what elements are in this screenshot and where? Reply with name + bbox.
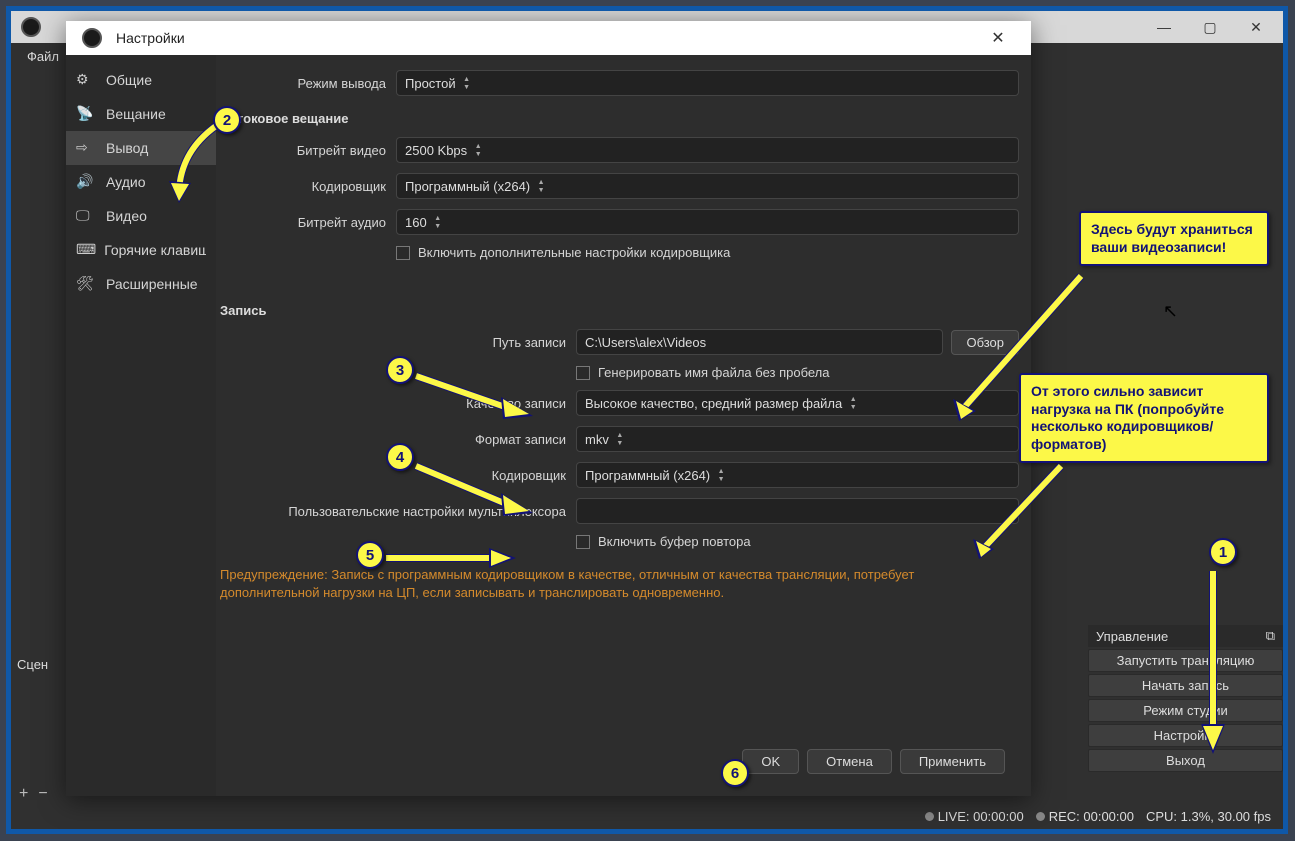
live-status: LIVE: 00:00:00 (938, 809, 1024, 824)
section-streaming-header: Потоковое вещание (216, 101, 1019, 132)
rec-status: REC: 00:00:00 (1049, 809, 1134, 824)
sidebar-label: Горячие клавиши (104, 242, 206, 258)
mux-input[interactable] (576, 498, 1019, 524)
dialog-close-button[interactable]: ✕ (975, 28, 1021, 48)
record-path-label: Путь записи (216, 335, 576, 350)
enable-replay-checkbox[interactable] (576, 535, 590, 549)
sidebar-label: Расширенные (106, 276, 198, 292)
marker-1: 1 (1209, 538, 1237, 566)
dialog-titlebar: Настройки ✕ (66, 21, 1031, 55)
gen-name-label: Генерировать имя файла без пробела (598, 365, 830, 380)
sidebar-item-advanced[interactable]: 🛠 Расширенные (66, 267, 216, 301)
live-dot-icon (925, 812, 934, 821)
sidebar-label: Вывод (106, 140, 148, 156)
record-path-input[interactable]: C:\Users\alex\Videos (576, 329, 943, 355)
marker-6: 6 (721, 759, 749, 787)
arrow-4 (411, 451, 541, 521)
rec-format-value: mkv (585, 432, 609, 447)
sidebar-item-hotkeys[interactable]: ⌨ Горячие клавиши (66, 233, 216, 267)
output-mode-select[interactable]: Простой▲▼ (396, 70, 1019, 96)
dialog-title: Настройки (116, 30, 185, 46)
antenna-icon: 📡 (76, 105, 98, 123)
marker-3: 3 (386, 356, 414, 384)
minimize-button[interactable]: — (1141, 11, 1187, 43)
menu-file[interactable]: Файл (17, 46, 69, 67)
output-mode-label: Режим вывода (216, 76, 396, 91)
sidebar-item-general[interactable]: ⚙ Общие (66, 63, 216, 97)
arrow-3 (411, 361, 541, 421)
settings-content: Режим вывода Простой▲▼ Потоковое вещание… (216, 55, 1031, 796)
status-bar: LIVE: 00:00:00 REC: 00:00:00 CPU: 1.3%, … (11, 803, 1283, 829)
encoder-select[interactable]: Программный (x264)▲▼ (396, 173, 1019, 199)
enable-adv-enc-label: Включить дополнительные настройки кодиро… (418, 245, 730, 260)
apply-button[interactable]: Применить (900, 749, 1005, 774)
enable-replay-label: Включить буфер повтора (598, 534, 751, 549)
speaker-icon: 🔊 (76, 173, 98, 191)
add-scene-button[interactable]: + (19, 785, 28, 803)
arrow-1 (1183, 566, 1243, 756)
section-recording-header: Запись (216, 293, 1019, 324)
rec-dot-icon (1036, 812, 1045, 821)
record-path-value: C:\Users\alex\Videos (585, 335, 706, 350)
controls-header-label: Управление (1096, 629, 1168, 644)
arrow-5 (381, 546, 521, 576)
marker-2: 2 (213, 106, 241, 134)
arrow-callout2 (971, 461, 1071, 561)
rec-encoder-value: Программный (x264) (585, 468, 710, 483)
sidebar-label: Общие (106, 72, 152, 88)
arrow-callout1 (951, 271, 1091, 421)
rec-format-select[interactable]: mkv▲▼ (576, 426, 1019, 452)
video-bitrate-label: Битрейт видео (216, 143, 396, 158)
rec-quality-value: Высокое качество, средний размер файла (585, 396, 842, 411)
gear-icon: ⚙ (76, 71, 98, 89)
remove-scene-button[interactable]: − (38, 785, 47, 803)
video-bitrate-value: 2500 Kbps (405, 143, 467, 158)
gen-name-checkbox[interactable] (576, 366, 590, 380)
close-main-button[interactable]: ✕ (1233, 11, 1279, 43)
output-icon: ⇨ (76, 139, 98, 157)
video-bitrate-input[interactable]: 2500 Kbps▲▼ (396, 137, 1019, 163)
marker-4: 4 (386, 443, 414, 471)
arrow-to-output (161, 121, 241, 211)
monitor-icon: 🖵 (76, 207, 98, 225)
obs-logo-icon (82, 28, 102, 48)
cpu-status: CPU: 1.3%, 30.00 fps (1146, 809, 1271, 824)
tools-icon: 🛠 (76, 275, 98, 293)
collapse-icon[interactable]: ⧉ (1266, 628, 1275, 644)
callout-storage: Здесь будут храниться ваши видеозаписи! (1079, 211, 1269, 266)
maximize-button[interactable]: ▢ (1187, 11, 1233, 43)
obs-logo-icon (21, 17, 41, 37)
audio-bitrate-label: Битрейт аудио (216, 215, 396, 230)
warning-text: Предупреждение: Запись с программным код… (216, 554, 936, 601)
scenes-panel: Сцен (11, 653, 71, 676)
output-mode-value: Простой (405, 76, 456, 91)
marker-5: 5 (356, 541, 384, 569)
rec-encoder-select[interactable]: Программный (x264)▲▼ (576, 462, 1019, 488)
audio-bitrate-select[interactable]: 160▲▼ (396, 209, 1019, 235)
cancel-button[interactable]: Отмена (807, 749, 892, 774)
sidebar-label: Вещание (106, 106, 166, 122)
ok-button[interactable]: OK (742, 749, 799, 774)
audio-bitrate-value: 160 (405, 215, 427, 230)
sidebar-label: Видео (106, 208, 147, 224)
enable-adv-enc-checkbox[interactable] (396, 246, 410, 260)
encoder-label: Кодировщик (216, 179, 396, 194)
sidebar-label: Аудио (106, 174, 146, 190)
keyboard-icon: ⌨ (76, 241, 96, 259)
encoder-value: Программный (x264) (405, 179, 530, 194)
cursor-icon: ↖ (1163, 301, 1178, 322)
